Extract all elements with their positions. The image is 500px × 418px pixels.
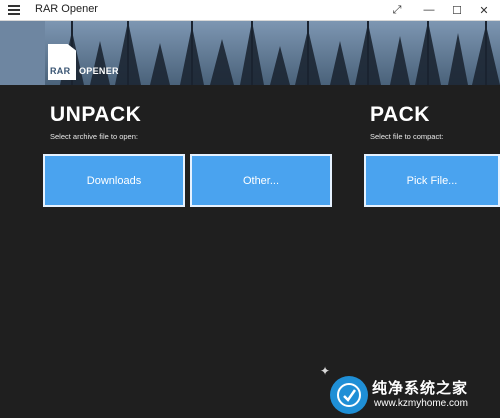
unpack-subtitle: Select archive file to open: (50, 132, 138, 141)
close-button[interactable]: ✕ (470, 0, 498, 20)
sparkle-icon: ✦ (320, 364, 331, 378)
pack-subtitle: Select file to compact: (370, 132, 444, 141)
unpack-heading: UNPACK (50, 103, 142, 126)
watermark: ✦ 纯净系统之家 www.kzmyhome.com (320, 364, 500, 418)
other-button[interactable]: Other... (190, 154, 332, 207)
downloads-button[interactable]: Downloads (43, 154, 185, 207)
minimize-button[interactable]: — (415, 0, 443, 20)
expand-icon[interactable]: ⤢ (383, 0, 411, 20)
pick-file-button[interactable]: Pick File... (364, 154, 500, 207)
pack-heading: PACK (370, 103, 430, 126)
watermark-title: 纯净系统之家 (372, 380, 469, 397)
title-bar: RAR Opener ⤢ — ☐ ✕ (0, 0, 500, 21)
maximize-button[interactable]: ☐ (443, 0, 471, 20)
watermark-url: www.kzmyhome.com (374, 398, 468, 409)
window-title: RAR Opener (35, 3, 98, 15)
hamburger-menu-icon[interactable] (8, 5, 20, 15)
app-logo: RAR OPENER (48, 44, 148, 80)
watermark-logo-icon (330, 376, 368, 414)
